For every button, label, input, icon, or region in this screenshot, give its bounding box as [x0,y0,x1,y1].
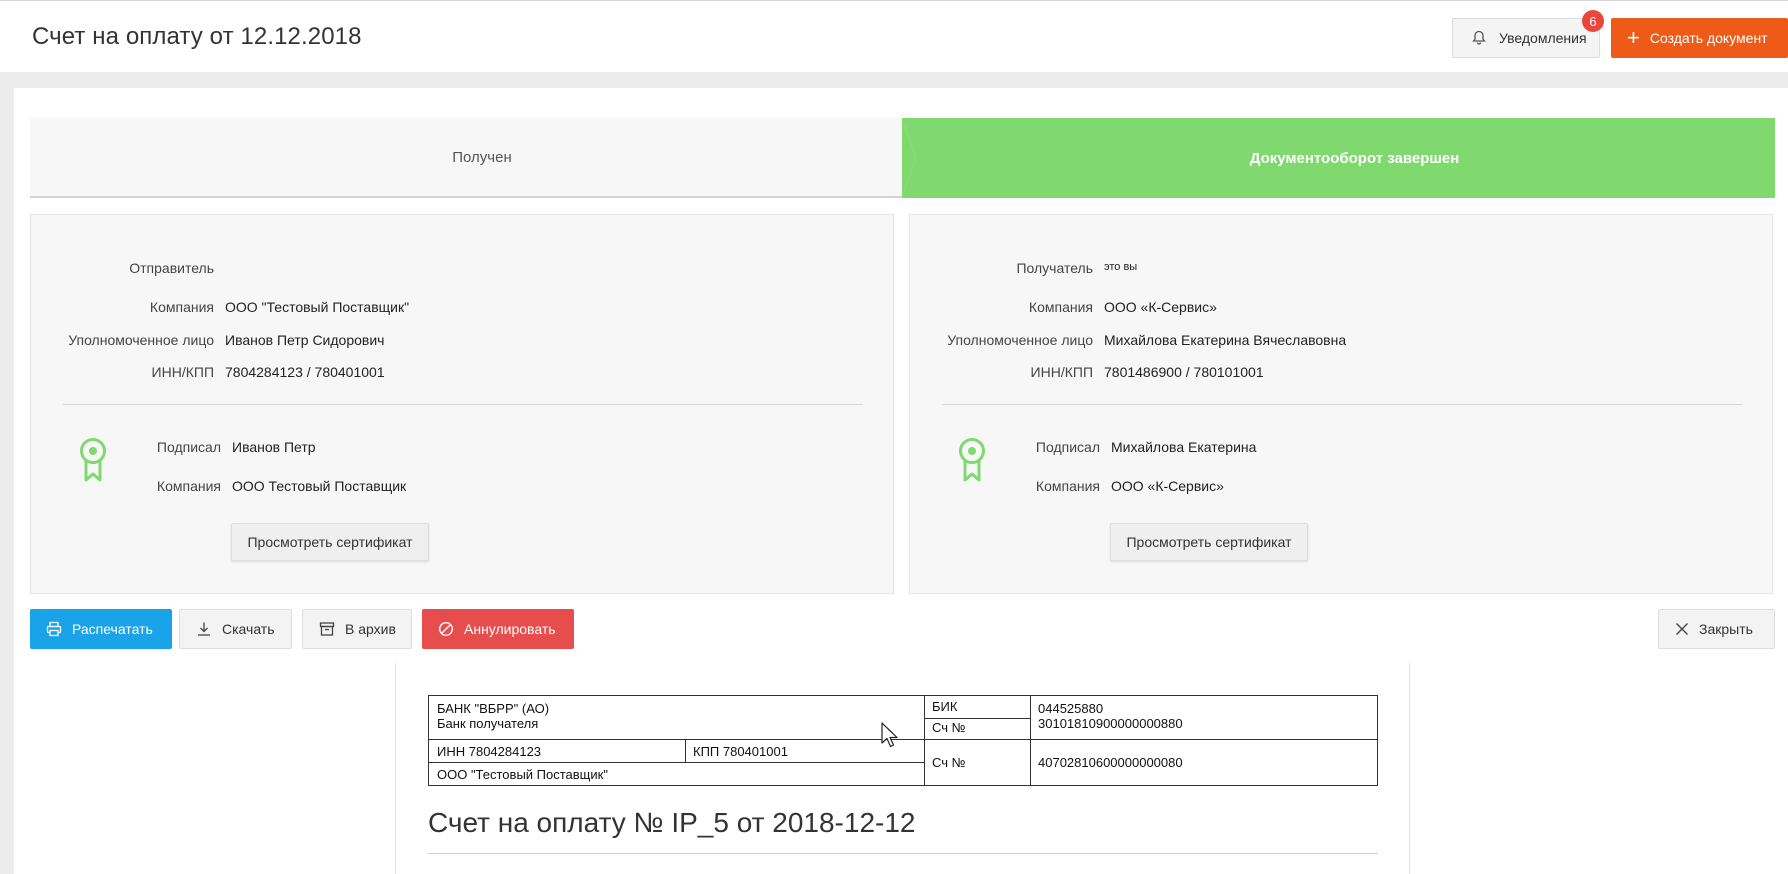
plus-icon: + [1627,25,1640,50]
sender-company-value: ООО "Тестовый Поставщик" [225,299,410,315]
sender-divider [63,404,863,405]
sender-authorized-row: Уполномоченное лицо Иванов Петр Сидорови… [31,332,384,348]
page-title: Счет на оплату от 12.12.2018 [32,23,362,50]
document-title: Счет на оплату № IP_5 от 2018-12-12 [428,807,916,838]
prohibited-icon [438,621,454,637]
sender-authorized-label: Уполномоченное лицо [68,332,214,348]
create-document-label: Создать документ [1649,30,1768,46]
recipient-authorized-label: Уполномоченное лицо [947,332,1093,348]
payee-inn: ИНН 7804284123 [437,744,542,759]
account-value: 40702810600000000080 [1038,755,1183,770]
payee-name: ООО "Тестовый Поставщик" [437,767,608,782]
sender-card: Отправитель Компания ООО "Тестовый Поста… [30,214,894,594]
document-preview: БАНК "ВБРР" (АО) Банк получателя ИНН 780… [395,663,1410,874]
bank-caption: Банк получателя [437,716,539,731]
corr-account-value: 30101810900000000880 [1038,716,1183,731]
recipient-inn-row: ИНН/КПП 7801486900 / 780101001 [910,364,1264,380]
recipient-heading-row: Получатель это вы [910,260,1137,276]
bell-icon [1472,30,1486,45]
account-label: Сч № [932,755,966,770]
close-button[interactable]: Закрыть [1658,609,1775,649]
sender-sign-company-row: Компания ООО Тестовый Поставщик [31,478,406,494]
sender-inn-label: ИНН/КПП [151,364,214,380]
recipient-signed-value: Михайлова Екатерина [1111,439,1257,455]
recipient-card: Получатель это вы Компания ООО «К-Сервис… [909,214,1773,594]
step-received-label: Получен [452,148,512,166]
bik-value: 044525880 [1038,701,1104,716]
recipient-view-certificate-button[interactable]: Просмотреть сертификат [1110,523,1308,561]
bank-details-table: БАНК "ВБРР" (АО) Банк получателя ИНН 780… [428,695,1378,786]
annul-label: Аннулировать [464,621,556,637]
create-document-button[interactable]: + Создать документ [1611,18,1788,58]
printer-icon [46,621,62,637]
recipient-heading-value: это вы [1104,261,1138,273]
table-divider [1030,696,1031,785]
table-divider [924,696,925,785]
recipient-authorized-row: Уполномоченное лицо Михайлова Екатерина … [910,332,1346,348]
download-label: Скачать [222,621,275,637]
download-icon [198,622,210,636]
table-divider [429,739,924,740]
recipient-divider [942,404,1742,405]
step-completed: Документооборот завершен [902,118,1775,198]
print-button[interactable]: Распечатать [30,609,172,649]
status-steps: Получен Документооборот завершен [30,118,1775,198]
table-divider [685,739,686,762]
notifications-label: Уведомления [1499,30,1587,46]
corr-account-label: Сч № [932,720,966,735]
sender-heading-label: Отправитель [129,260,214,276]
sender-authorized-value: Иванов Петр Сидорович [225,332,385,348]
bik-label: БИК [932,699,958,714]
sender-signed-value: Иванов Петр [232,439,316,455]
table-divider [924,739,1378,740]
recipient-signed-row: Подписал Михайлова Екатерина [910,439,1257,455]
sender-heading-row: Отправитель [31,260,225,276]
recipient-inn-value: 7801486900 / 780101001 [1104,364,1264,380]
recipient-signed-label: Подписал [1035,439,1100,455]
recipient-company-value: ООО «К-Сервис» [1104,299,1217,315]
sender-signed-row: Подписал Иванов Петр [31,439,316,455]
recipient-inn-label: ИНН/КПП [1030,364,1093,380]
notifications-button[interactable]: Уведомления [1452,18,1600,58]
close-icon [1676,623,1688,635]
table-divider [924,718,1030,719]
step-received: Получен [30,118,934,198]
download-button[interactable]: Скачать [179,609,292,649]
sender-company-row: Компания ООО "Тестовый Поставщик" [31,299,409,315]
notifications-count-badge: 6 [1582,10,1604,32]
archive-box-icon [319,622,335,636]
sender-sign-company-label: Компания [156,478,221,494]
sender-inn-row: ИНН/КПП 7804284123 / 780401001 [31,364,385,380]
recipient-company-row: Компания ООО «К-Сервис» [910,299,1217,315]
recipient-heading-label: Получатель [1016,260,1093,276]
close-label: Закрыть [1699,621,1753,637]
archive-button[interactable]: В архив [302,609,412,649]
print-label: Распечатать [72,621,153,637]
sender-signed-label: Подписал [156,439,221,455]
recipient-authorized-value: Михайлова Екатерина Вячеславовна [1104,332,1347,348]
recipient-sign-company-row: Компания ООО «К-Сервис» [910,478,1224,494]
sender-inn-value: 7804284123 / 780401001 [225,364,385,380]
sender-view-certificate-button[interactable]: Просмотреть сертификат [231,523,429,561]
bank-name: БАНК "ВБРР" (АО) [437,701,550,716]
recipient-company-label: Компания [1028,299,1093,315]
document-rule [428,853,1378,854]
sender-sign-company-value: ООО Тестовый Поставщик [232,478,407,494]
payee-kpp: КПП 780401001 [693,744,788,759]
recipient-sign-company-label: Компания [1035,478,1100,494]
archive-label: В архив [345,621,396,637]
table-divider [429,762,924,763]
step-completed-label: Документооборот завершен [1249,149,1460,167]
annul-button[interactable]: Аннулировать [422,609,574,649]
mouse-cursor-icon [881,722,898,748]
top-header: Счет на оплату от 12.12.2018 Уведомления… [0,0,1788,72]
sender-company-label: Компания [149,299,214,315]
recipient-sign-company-value: ООО «К-Сервис» [1111,478,1224,494]
